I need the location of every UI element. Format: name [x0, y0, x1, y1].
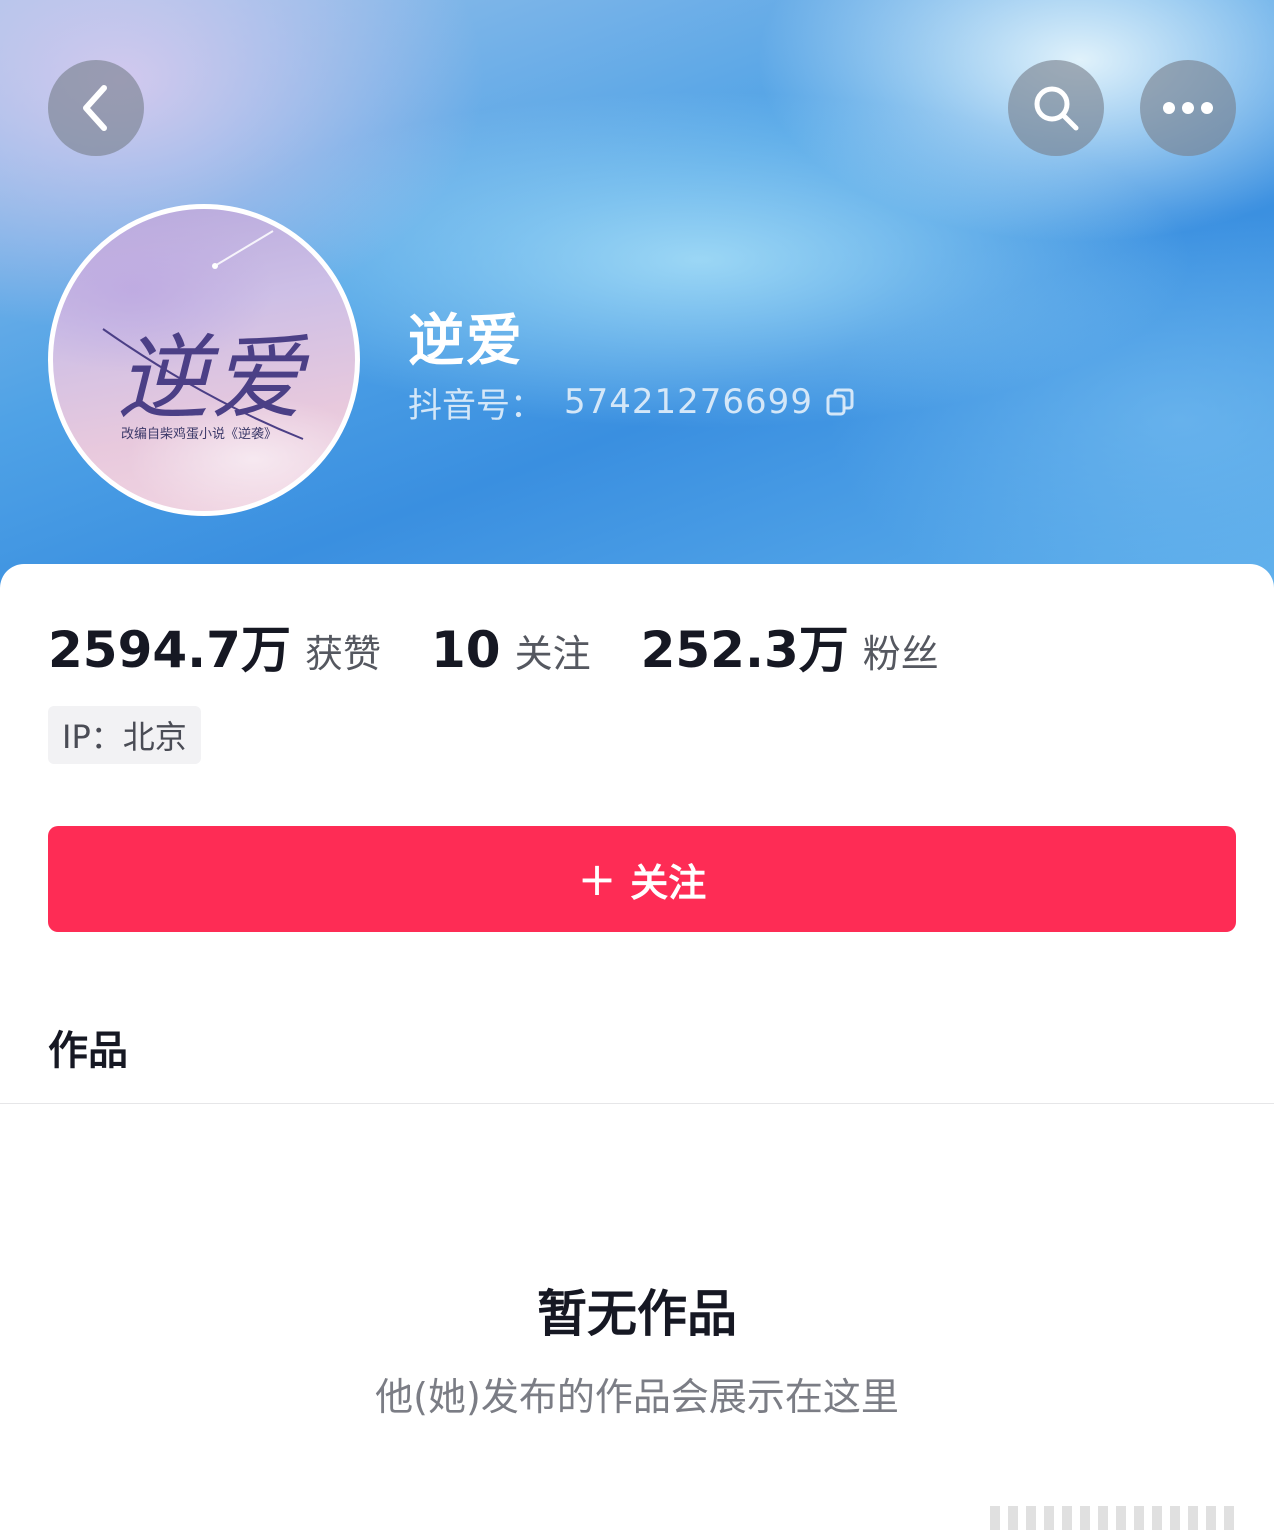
empty-state-title: 暂无作品 — [537, 1285, 737, 1343]
avatar-title: 逆爱 — [117, 325, 306, 432]
chevron-left-icon — [83, 85, 107, 131]
avatar-subtitle: 改编自柴鸡蛋小说《逆袭》 — [121, 427, 278, 442]
avatar[interactable]: 逆爱 改编自柴鸡蛋小说《逆袭》 — [48, 204, 360, 516]
account-id: 57421276699 — [564, 382, 813, 422]
profile-name: 逆爱 — [408, 309, 524, 374]
tab-works[interactable]: 作品 — [48, 1018, 128, 1076]
stat-followers[interactable]: 252.3万 粉丝 — [641, 610, 939, 682]
more-horizontal-icon — [1163, 102, 1213, 114]
divider — [0, 1103, 1274, 1104]
empty-state-description: 他(她)发布的作品会展示在这里 — [375, 1375, 899, 1419]
account-id-row[interactable]: 抖音号： 57421276699 — [408, 378, 855, 426]
follow-button[interactable]: + 关注 — [48, 826, 1236, 932]
stat-label: 获赞 — [304, 632, 381, 676]
copy-icon[interactable] — [825, 387, 855, 417]
stat-value: 252.3万 — [640, 621, 849, 679]
stat-label: 粉丝 — [862, 632, 939, 676]
more-button[interactable] — [1140, 60, 1236, 156]
ip-location-tag: IP：北京 — [48, 706, 201, 764]
watermark-pattern — [990, 1506, 1260, 1530]
profile-banner: 逆爱 改编自柴鸡蛋小说《逆袭》 逆爱 抖音号： 57421276699 — [0, 0, 1274, 600]
back-button[interactable] — [48, 60, 144, 156]
stat-value: 10 — [430, 621, 501, 679]
account-label: 抖音号： — [408, 385, 544, 426]
search-icon — [1034, 86, 1079, 131]
stat-value: 2594.7万 — [48, 621, 291, 679]
plus-icon: + — [577, 852, 617, 906]
search-button[interactable] — [1008, 60, 1104, 156]
stats-row: 2594.7万 获赞 10 关注 252.3万 粉丝 — [48, 610, 989, 679]
stat-label: 关注 — [514, 632, 591, 676]
stat-likes[interactable]: 2594.7万 获赞 — [48, 610, 381, 682]
stat-following[interactable]: 10 关注 — [431, 621, 591, 679]
follow-button-label: 关注 — [630, 860, 707, 905]
